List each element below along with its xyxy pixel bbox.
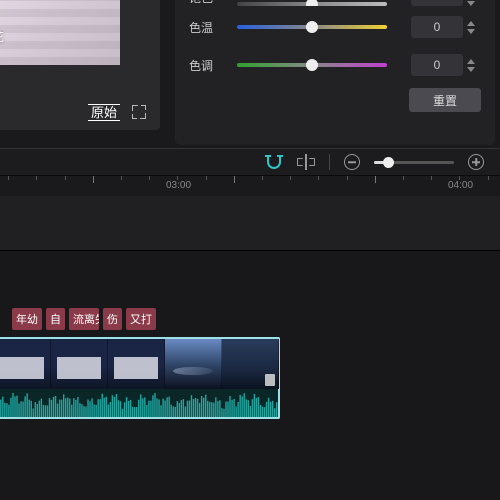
subtitle-tag[interactable]: 伤 (103, 308, 122, 330)
preview-overlay-text-1: 音花 (0, 28, 4, 45)
split-clip-icon[interactable] (297, 153, 315, 171)
value-spinner[interactable] (467, 21, 481, 34)
adjust-value-input[interactable]: 0 (411, 54, 463, 76)
ruler-tick (347, 176, 348, 180)
spinner-down-icon[interactable] (467, 67, 475, 72)
toolbar-separator (329, 154, 330, 170)
spinner-up-icon[interactable] (467, 21, 475, 26)
ruler-tick (431, 176, 432, 180)
ruler-tick (488, 176, 489, 180)
timeline-toolbar (0, 148, 500, 176)
slider-knob[interactable] (306, 0, 318, 6)
subtitle-tag[interactable]: 年幼 (12, 308, 42, 330)
zoom-in-icon[interactable] (468, 154, 484, 170)
clip-thumbnails (0, 339, 278, 389)
adjust-label: 色调 (189, 57, 229, 74)
adjust-slider[interactable] (237, 63, 387, 67)
reset-button[interactable]: 重置 (409, 88, 481, 112)
preview-thumbnail (0, 0, 120, 65)
ruler-tick (65, 176, 66, 180)
zoom-slider-knob[interactable] (383, 157, 394, 168)
adjust-row: 色调 0 (189, 48, 481, 82)
video-clip[interactable] (0, 337, 280, 419)
fullscreen-icon[interactable] (132, 105, 146, 119)
adjust-label: 饱色 (189, 0, 229, 6)
adjust-slider[interactable] (237, 2, 387, 6)
ruler-tick (318, 176, 319, 180)
subtitle-tag[interactable]: 自 (46, 308, 65, 330)
ruler-tick (206, 176, 207, 180)
ruler-tick (149, 176, 150, 180)
ruler-tick (8, 176, 9, 180)
clip-audio-waveform (0, 389, 278, 417)
clip-thumb (222, 339, 279, 389)
compare-original-button[interactable]: 原始 (88, 104, 120, 121)
clip-thumb (108, 339, 165, 389)
slider-knob[interactable] (306, 59, 318, 71)
ruler-tick (262, 176, 263, 180)
spinner-down-icon[interactable] (467, 29, 475, 34)
spinner-down-icon[interactable] (467, 1, 475, 6)
zoom-out-icon[interactable] (344, 154, 360, 170)
preview-footer: 原始 (0, 94, 160, 130)
slider-knob[interactable] (306, 21, 318, 33)
value-spinner[interactable] (467, 0, 481, 6)
timeline-ruler[interactable]: 03:00 04:00 (0, 176, 500, 196)
clip-thumb (0, 339, 51, 389)
ruler-time-label: 04:00 (448, 180, 473, 191)
adjust-slider[interactable] (237, 25, 387, 29)
subtitle-tag[interactable]: 又打 (126, 308, 156, 330)
subtitle-tag[interactable]: 流离失 (69, 308, 99, 330)
ruler-tick (403, 176, 404, 180)
adjust-label: 色温 (189, 19, 229, 36)
spinner-up-icon[interactable] (467, 59, 475, 64)
value-spinner[interactable] (467, 59, 481, 72)
ruler-tick (121, 176, 122, 180)
zoom-slider[interactable] (374, 161, 454, 164)
adjust-value-input[interactable]: 0 (411, 16, 463, 38)
color-adjust-panel: 饱色 0 色温 0 色调 0 重置 (175, 0, 495, 145)
magnet-snap-icon[interactable] (265, 153, 283, 171)
clip-thumb (51, 339, 108, 389)
ruler-tick (375, 176, 376, 183)
ruler-tick (93, 176, 94, 183)
subtitle-tag-row: 年幼自流离失伤又打 (0, 308, 156, 330)
adjust-row: 饱色 0 (189, 0, 481, 6)
adjust-value-input[interactable]: 0 (411, 0, 463, 6)
preview-panel: 音花 频 原始 (0, 0, 160, 130)
ruler-time-label: 03:00 (166, 180, 191, 191)
ruler-tick (290, 176, 291, 180)
ruler-tick (234, 176, 235, 183)
adjust-row: 色温 0 (189, 10, 481, 44)
ruler-tick (36, 176, 37, 180)
clip-thumb (165, 339, 222, 389)
